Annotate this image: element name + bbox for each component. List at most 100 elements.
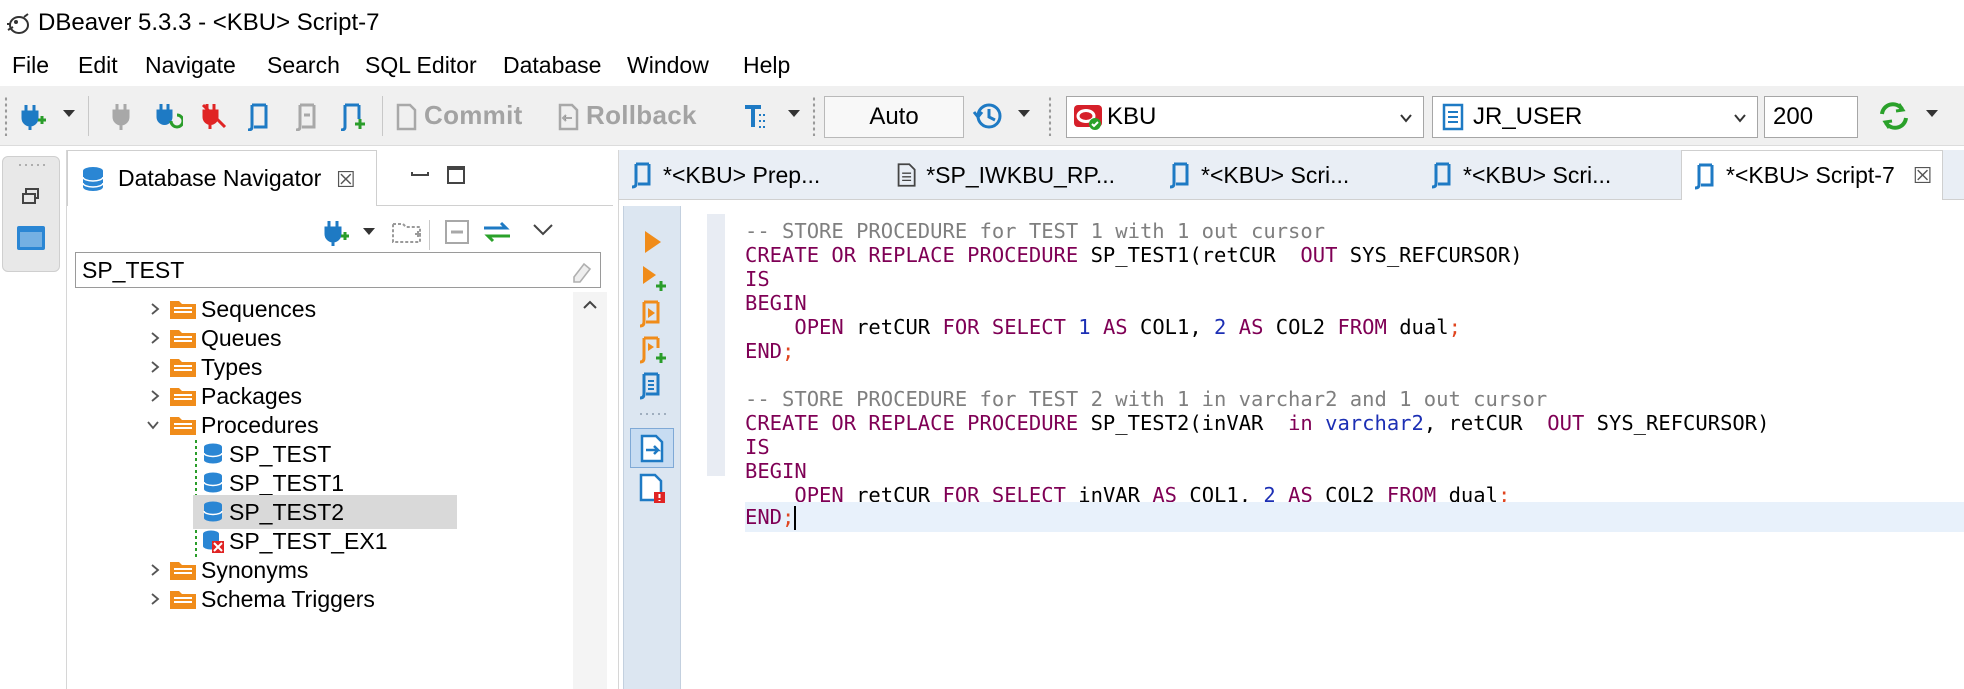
transaction-mode-dropdown-icon[interactable] — [788, 110, 800, 117]
schema-icon — [1442, 103, 1464, 131]
menu-sql-editor[interactable]: SQL Editor — [365, 52, 477, 79]
editor-tab-label: *<KBU> Script-7 — [1726, 162, 1895, 188]
menu-edit[interactable]: Edit — [78, 52, 118, 79]
tree-item-label: SP_TEST — [229, 440, 332, 467]
transaction-history-dropdown-icon[interactable] — [1018, 110, 1030, 117]
chevron-right-icon[interactable] — [149, 361, 161, 373]
collapse-all-icon[interactable] — [439, 214, 475, 250]
editor-tab-label: *<KBU> Prep... — [663, 161, 821, 188]
load-execution-plan-error-icon[interactable] — [636, 472, 668, 504]
folder-icon — [170, 562, 196, 580]
disconnect-plug-icon[interactable] — [104, 98, 140, 134]
sql-editor-icon[interactable] — [240, 98, 276, 134]
new-folder-icon[interactable] — [389, 214, 425, 250]
new-connection-dropdown-icon[interactable] — [63, 110, 75, 117]
export-from-query-button[interactable] — [630, 428, 674, 468]
minimized-view-window-icon[interactable] — [15, 223, 47, 253]
chevron-right-icon[interactable] — [149, 593, 161, 605]
navigator-scrollbar[interactable] — [573, 292, 607, 689]
recent-sql-editor-icon[interactable] — [288, 98, 324, 134]
folder-icon — [170, 330, 196, 348]
navigator-tree: Sequences Queues Types Packages Procedur… — [67, 292, 575, 689]
tree-item-schema-triggers[interactable]: Schema Triggers — [67, 582, 575, 616]
transaction-history-icon[interactable] — [970, 98, 1006, 134]
chevron-right-icon[interactable] — [149, 303, 161, 315]
sql-editor-panel: *<KBU> Prep... *SP_IWKBU_RP... *<KBU> Sc… — [618, 150, 1964, 689]
commit-icon — [396, 103, 417, 131]
folder-icon — [170, 388, 196, 406]
clear-filter-eraser-icon[interactable] — [570, 259, 594, 283]
menu-navigate[interactable]: Navigate — [145, 52, 236, 79]
code-line-current: END; — [745, 502, 1964, 532]
menu-file[interactable]: File — [12, 52, 49, 79]
rollback-label: Rollback — [586, 100, 697, 130]
navigator-filter-input[interactable]: SP_TEST — [75, 252, 601, 288]
rollback-button[interactable]: Rollback — [556, 100, 697, 132]
folder-icon — [170, 591, 196, 609]
chevron-down-icon — [1734, 114, 1746, 123]
chevron-right-icon[interactable] — [149, 390, 161, 402]
title-bar: DBeaver 5.3.3 - <KBU> Script-7 — [0, 0, 1964, 48]
tab-database-navigator[interactable]: Database Navigator ☒ — [67, 150, 377, 206]
execute-statement-icon[interactable] — [636, 226, 668, 258]
tree-item-label: Types — [201, 353, 263, 380]
menu-help[interactable]: Help — [743, 52, 790, 79]
maximize-icon[interactable] — [445, 164, 469, 188]
editor-tab[interactable]: *<KBU> Scri... — [1429, 150, 1629, 200]
export-icon — [640, 434, 664, 463]
explain-plan-icon[interactable] — [636, 370, 668, 402]
new-sql-script-icon[interactable] — [334, 98, 370, 134]
chevron-right-icon[interactable] — [149, 332, 161, 344]
navigator-tab-label: Database Navigator — [118, 165, 322, 191]
result-limit-input[interactable]: 200 — [1764, 96, 1858, 138]
disconnect-all-icon[interactable] — [196, 98, 232, 134]
active-schema-select[interactable]: JR_USER — [1432, 96, 1758, 138]
restore-icon[interactable] — [21, 187, 41, 205]
code-line: OPEN retCUR FOR SELECT 1 AS COL1, 2 AS C… — [794, 315, 1461, 339]
editor-tab[interactable]: *SP_IWKBU_RP... — [895, 150, 1115, 200]
refresh-results-icon[interactable] — [1876, 98, 1912, 134]
tree-item-label: SP_TEST2 — [229, 498, 345, 525]
tree-item-label: Sequences — [201, 295, 317, 322]
refresh-dropdown-icon[interactable] — [1926, 110, 1938, 117]
new-connection-dropdown-icon[interactable] — [363, 228, 375, 235]
editor-tab[interactable]: *<KBU> Scri... — [1167, 150, 1367, 200]
chevron-right-icon[interactable] — [149, 564, 161, 576]
link-with-editor-icon[interactable] — [479, 214, 515, 250]
procedure-error-icon — [203, 530, 224, 553]
editor-tab-active[interactable]: *<KBU> Script-7 ☒ — [1681, 150, 1943, 200]
procedure-icon — [203, 472, 223, 493]
close-icon[interactable]: ☒ — [336, 167, 356, 193]
folder-icon — [170, 301, 196, 319]
active-connection-select[interactable]: KBU — [1066, 96, 1424, 138]
sql-script-icon — [1694, 163, 1714, 189]
sql-code-area[interactable]: -- STORE PROCEDURE for TEST 1 with 1 out… — [745, 206, 1964, 689]
folder-icon — [170, 417, 196, 435]
chevron-down-icon[interactable] — [147, 419, 159, 431]
sql-script-icon — [1169, 162, 1189, 189]
close-icon[interactable]: ☒ — [1913, 163, 1933, 189]
transaction-auto-button[interactable]: Auto — [824, 96, 964, 138]
menu-search[interactable]: Search — [267, 52, 340, 79]
commit-button[interactable]: Commit — [394, 100, 523, 132]
tree-item-label: SP_TEST1 — [229, 469, 345, 496]
new-connection-plug-icon[interactable] — [14, 98, 50, 134]
menu-window[interactable]: Window — [627, 52, 709, 79]
execute-in-new-tab-icon[interactable] — [636, 262, 668, 294]
menu-database[interactable]: Database — [503, 52, 601, 79]
editor-tab[interactable]: *<KBU> Prep... — [629, 150, 869, 200]
code-line: END; — [745, 339, 795, 363]
scroll-up-icon[interactable] — [583, 300, 597, 310]
toolbar-grip — [638, 412, 668, 416]
toolbar-grip — [4, 96, 8, 136]
new-connection-plug-icon[interactable] — [317, 214, 353, 250]
view-menu-icon[interactable] — [525, 212, 561, 248]
tree-item-label: Packages — [201, 382, 303, 409]
minimize-icon[interactable] — [409, 164, 433, 188]
tree-item-label: Synonyms — [201, 556, 309, 583]
invalidate-reconnect-icon[interactable] — [150, 98, 186, 134]
execute-script-new-tabs-icon[interactable] — [636, 334, 668, 366]
transaction-mode-icon[interactable] — [738, 98, 774, 134]
execute-script-icon[interactable] — [636, 298, 668, 330]
dbeaver-logo-icon — [7, 13, 29, 34]
